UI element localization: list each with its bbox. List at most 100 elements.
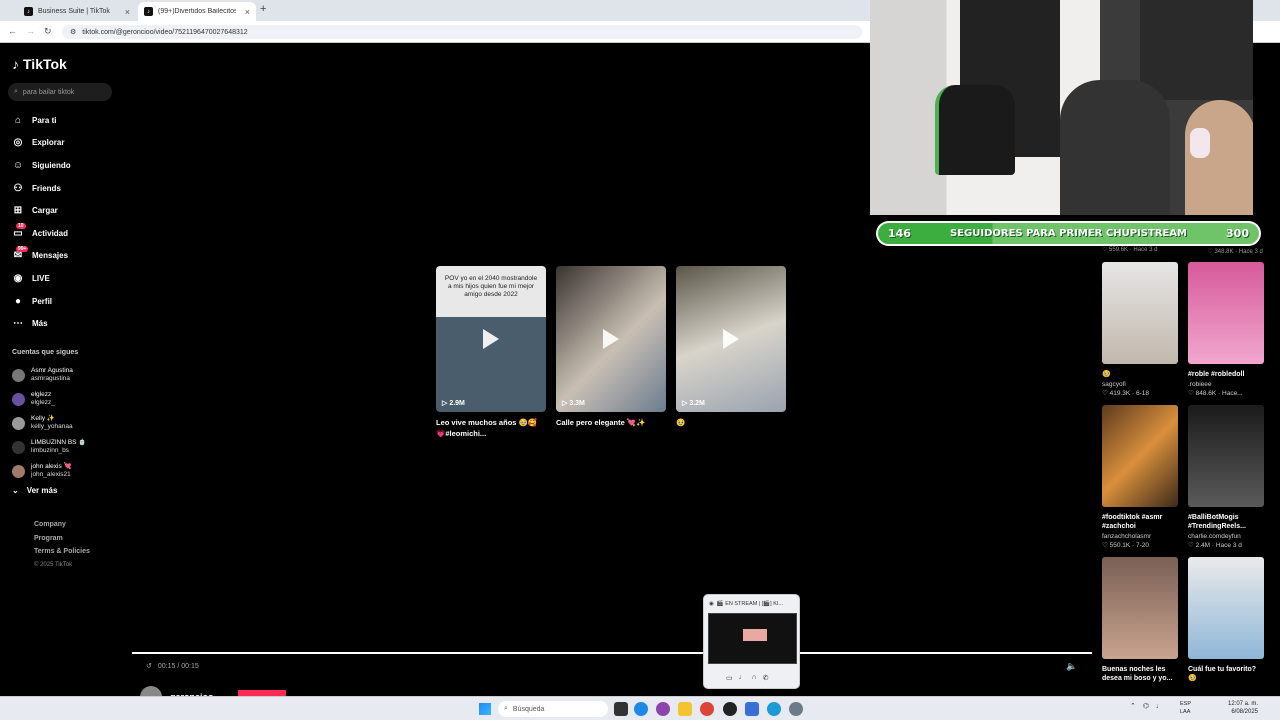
settings-gear-icon[interactable] <box>789 702 803 716</box>
windows-start-icon[interactable] <box>479 703 491 715</box>
compass-icon: ◎ <box>13 137 23 149</box>
taskbar-preview-popup[interactable]: ◉ 🎬 EN STREAM | [🎬] KI... ▭ ♩ ∩ ✆ <box>703 594 800 689</box>
play-icon[interactable] <box>603 329 619 349</box>
site-info-icon[interactable]: ⚙ <box>70 28 76 36</box>
following-list: Asmr Agustina asmragustina elglezz elglezz… <box>12 363 86 483</box>
window-preview[interactable] <box>708 613 797 664</box>
video-caption[interactable]: Calle pero elegante 💘✨ <box>556 417 666 428</box>
nav-item-perfil[interactable]: ● Perfil <box>12 290 127 313</box>
video-meta: ♡ 550.1K · 7-20 <box>1102 542 1150 549</box>
footer-link-terms[interactable]: Terms & Policies <box>34 545 90 559</box>
upload-icon: ⊞ <box>13 205 23 217</box>
volume-icon[interactable]: 🔈 <box>1066 661 1077 672</box>
nav-item-friends[interactable]: ⚇ Friends <box>12 177 127 200</box>
close-icon[interactable]: × <box>125 7 130 17</box>
replay-icon[interactable]: ↺ <box>146 662 152 670</box>
phone-icon[interactable]: ✆ <box>763 674 769 682</box>
taskbar-search[interactable]: ⌕ Búsqueda <box>498 701 608 717</box>
recommended-card[interactable]: 🥹 sagcyofi ♡ 419.3K · 6-18 <box>1102 262 1178 397</box>
url-field[interactable]: ⚙ tiktok.com/@geroncioo/video/7521196470… <box>62 25 862 39</box>
following-account[interactable]: LIMBUZINN BS 🍵 limbuzinn_bs <box>12 435 86 459</box>
views-value: 3.2M <box>689 400 705 407</box>
profile-avatar-icon: ● <box>14 295 22 307</box>
back-arrow-icon[interactable]: ← <box>8 26 17 36</box>
mic-icon[interactable]: ♩ <box>1156 703 1163 710</box>
video-thumbnail[interactable] <box>1102 557 1178 659</box>
follower-goal-bar: 146 SEGUIDORES PARA PRIMER CHUPISTREAM 3… <box>876 221 1261 246</box>
footer-link-program[interactable]: Program <box>34 532 90 546</box>
nav-item-para-ti[interactable]: ⌂ Para ti <box>12 109 127 132</box>
webcam-overlay <box>870 0 1253 215</box>
nav-label: Explorar <box>32 138 65 148</box>
video-thumbnail[interactable]: POV yo en el 2040 mostrandole a mis hijo… <box>436 266 546 412</box>
recommended-card[interactable]: #roble #robledoll .robieee ♡ 848.6K · Ha… <box>1188 262 1264 397</box>
nav-label: Para ti <box>32 115 57 125</box>
following-account[interactable]: Asmr Agustina asmragustina <box>12 363 86 387</box>
chevron-down-icon: ⌄ <box>12 486 19 495</box>
app-icon[interactable] <box>767 702 781 716</box>
video-card[interactable]: POV yo en el 2040 mostrandole a mis hijo… <box>436 266 546 439</box>
video-progress-bar[interactable] <box>132 652 1092 654</box>
search-input[interactable]: ⌕ para bailar tiktok <box>8 83 112 101</box>
forward-arrow-icon[interactable]: → <box>26 26 35 36</box>
play-icon[interactable] <box>723 329 739 349</box>
play-icon[interactable] <box>483 329 499 349</box>
nav-item-live[interactable]: ◉ LIVE <box>12 267 127 290</box>
following-account[interactable]: elglezz elglezz_ <box>12 387 86 411</box>
nav-item-mas[interactable]: ⋯ Más <box>12 312 127 335</box>
avatar <box>12 464 25 478</box>
clock[interactable]: 12:07 a. m. 6/08/2025 <box>1228 700 1258 716</box>
tiktok-logo[interactable]: ♪ TikTok <box>12 56 67 72</box>
nav-item-actividad[interactable]: ▭ 10 Actividad <box>12 222 127 245</box>
obs-icon[interactable] <box>723 702 737 716</box>
video-caption[interactable]: Leo vive muchos años 🥹🥰 💗#leomichi... <box>436 417 546 439</box>
edge-icon[interactable] <box>634 702 648 716</box>
network-icon[interactable]: ⌬ <box>1143 702 1149 710</box>
camera-icon[interactable]: ▭ <box>726 674 733 682</box>
tab-tiktok-video[interactable]: ♪ (99+)Divertidos Bailecitos con... × <box>138 2 256 21</box>
video-card[interactable]: ▷ 3.3M Calle pero elegante 💘✨ <box>556 266 666 439</box>
view-count: ▷ 3.3M <box>562 400 585 407</box>
nav-item-explorar[interactable]: ◎ Explorar <box>12 132 127 155</box>
video-thumbnail[interactable]: ▷ 3.2M <box>676 266 786 412</box>
following-account[interactable]: Kelly ✨ kelly_yohanaa <box>12 411 86 435</box>
file-explorer-icon[interactable] <box>678 702 692 716</box>
copilot-icon[interactable] <box>656 702 670 716</box>
language-indicator[interactable]: ESP LAA <box>1180 700 1191 716</box>
video-thumbnail[interactable] <box>1102 405 1178 507</box>
recommended-card[interactable]: Cuál fue tu favorito? 🥹 <box>1188 557 1264 683</box>
video-thumbnail[interactable] <box>1102 262 1178 364</box>
chevron-up-icon[interactable]: ⌃ <box>1130 702 1136 710</box>
video-thumbnail[interactable] <box>1188 557 1264 659</box>
reload-icon[interactable]: ↻ <box>44 26 52 37</box>
see-more-label: Ver más <box>26 486 58 495</box>
task-view-icon[interactable] <box>614 702 628 716</box>
following-account[interactable]: john alexis 💘 john_alexis21 <box>12 459 86 483</box>
video-caption[interactable]: 🥹 <box>676 417 786 428</box>
see-more-button[interactable]: ⌄ Ver más <box>12 486 57 495</box>
video-thumbnail[interactable] <box>1188 262 1264 364</box>
account-user: john_alexis21 <box>31 471 71 478</box>
footer-link-company[interactable]: Company <box>34 518 90 532</box>
more-dots-icon: ⋯ <box>13 318 23 330</box>
recommended-card[interactable]: #foodtiktok #asmr #zachchoi fanzachchola… <box>1102 405 1178 549</box>
search-placeholder: para bailar tiktok <box>22 88 75 96</box>
account-user: asmragustina <box>31 375 71 382</box>
app-icon[interactable] <box>745 702 759 716</box>
video-card[interactable]: ▷ 3.2M 🥹 <box>676 266 786 439</box>
recommended-card[interactable]: #BalliBotMogis #TrendingReels... charlie… <box>1188 405 1264 549</box>
nav-item-siguiendo[interactable]: ☺ Siguiendo <box>12 154 127 177</box>
headphones-icon[interactable]: ∩ <box>752 674 757 682</box>
clock-time: 12:07 a. m. <box>1228 701 1259 707</box>
video-thumbnail[interactable] <box>1188 405 1264 507</box>
close-icon[interactable]: × <box>245 7 250 17</box>
nav-item-mensajes[interactable]: ✉ 99+ Mensajes <box>12 245 127 268</box>
tab-business-suite[interactable]: ♪ Business Suite | TikTok × <box>18 2 136 21</box>
nav-item-cargar[interactable]: ⊞ Cargar <box>12 199 127 222</box>
video-thumbnail[interactable]: ▷ 3.3M <box>556 266 666 412</box>
video-user: charlie.comdeyfun <box>1188 533 1241 540</box>
microphone-icon[interactable]: ♩ <box>739 674 746 682</box>
recommended-card[interactable]: Buenas noches les desea mi boso y yo... <box>1102 557 1178 683</box>
chrome-icon[interactable] <box>700 702 714 716</box>
new-tab-icon[interactable]: + <box>260 3 266 15</box>
